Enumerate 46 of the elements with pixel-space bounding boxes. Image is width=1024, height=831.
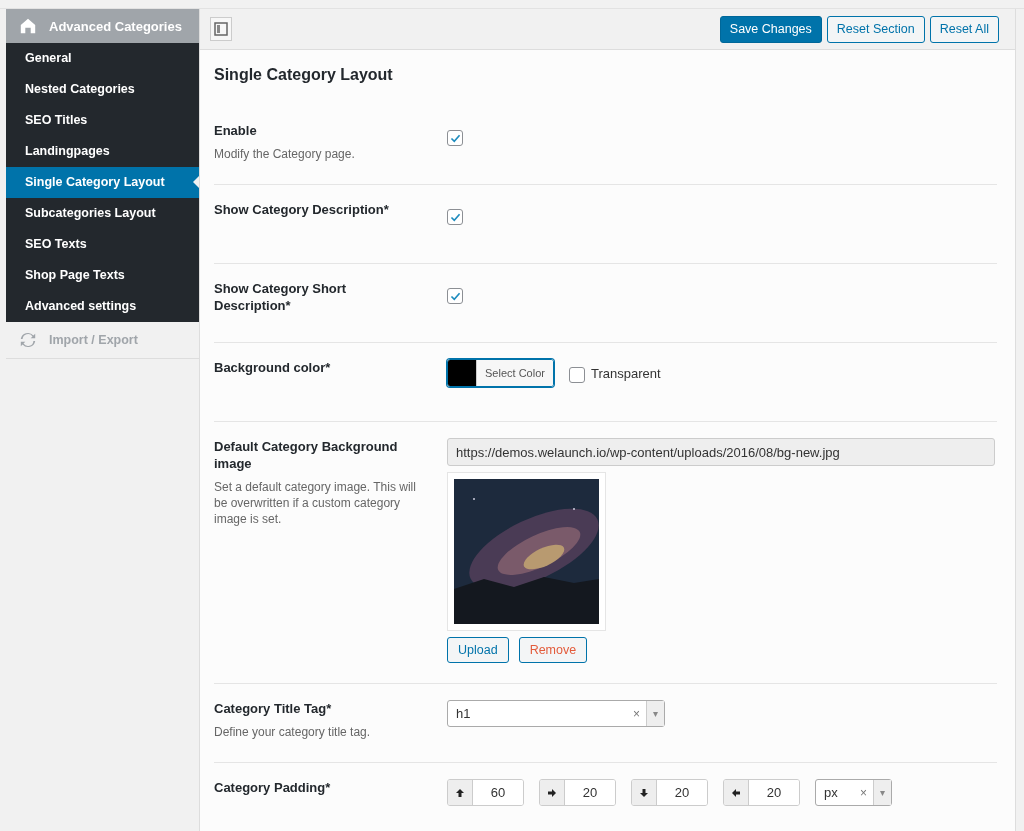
sidebar-item[interactable]: Advanced settings: [6, 291, 199, 322]
arrow-right-icon: [547, 787, 557, 798]
sidebar-item[interactable]: Shop Page Texts: [6, 260, 199, 291]
reset-button[interactable]: Reset Section: [826, 15, 925, 43]
checkbox[interactable]: [447, 130, 463, 146]
padding-field[interactable]: 20: [723, 779, 800, 806]
sidebar-item[interactable]: Single Category Layout: [6, 167, 199, 198]
section-title: Single Category Layout: [214, 65, 394, 85]
sidebar-item[interactable]: Landingpages: [6, 136, 199, 167]
arrow-down-icon: [639, 787, 649, 798]
plugin-title: Advanced Categories: [49, 18, 182, 34]
checkbox[interactable]: [568, 367, 585, 383]
save-button[interactable]: Save Changes: [719, 15, 822, 43]
field-description: Define your category title tag.: [214, 724, 372, 740]
padding-field[interactable]: 20: [539, 779, 616, 806]
arrow-up-icon: [455, 787, 465, 798]
field-description: Set a default category image. This will be overwritten if a custom category image is set.: [214, 479, 417, 527]
field-label: Default Category Background image: [214, 438, 399, 472]
sidebar-item[interactable]: SEO Titles: [6, 105, 199, 136]
field-label: Show Category Short Description*: [214, 280, 348, 314]
sidebar-item[interactable]: General: [6, 43, 199, 74]
sidebar-item[interactable]: Subcategories Layout: [6, 198, 199, 229]
checkbox[interactable]: [447, 288, 463, 304]
color-swatch[interactable]: [448, 360, 476, 386]
arrow-left-icon: [731, 787, 741, 798]
checkbox-label: Transparent: [590, 366, 661, 381]
sidebar-item[interactable]: Nested Categories: [6, 74, 199, 105]
reset-button[interactable]: Reset All: [929, 15, 999, 43]
field-description: Modify the Category page.: [214, 146, 356, 162]
refresh-icon: [19, 331, 37, 349]
field-label: Background color*: [214, 359, 332, 376]
field-label: Category Padding*: [214, 779, 332, 796]
image-url-field[interactable]: https://demos.welaunch.io/wp-content/uploads/2016/08/bg-new.jpg: [447, 438, 995, 466]
padding-field[interactable]: 60: [447, 779, 524, 806]
upload-button[interactable]: Upload: [447, 637, 509, 663]
padding-field[interactable]: 20: [631, 779, 708, 806]
sidebar-item[interactable]: SEO Texts: [6, 229, 199, 260]
title-tag-select[interactable]: h1 × ▾: [447, 700, 665, 727]
home-icon: [19, 17, 37, 35]
field-label: Show Category Description*: [214, 201, 390, 218]
expand-toggle-icon[interactable]: [210, 17, 232, 41]
unit-select[interactable]: px × ▾: [815, 779, 892, 806]
select-color-button[interactable]: Select Color: [476, 360, 553, 386]
checkbox[interactable]: [447, 209, 463, 225]
field-label: Enable: [214, 122, 258, 139]
field-label: Category Title Tag*: [214, 700, 333, 717]
